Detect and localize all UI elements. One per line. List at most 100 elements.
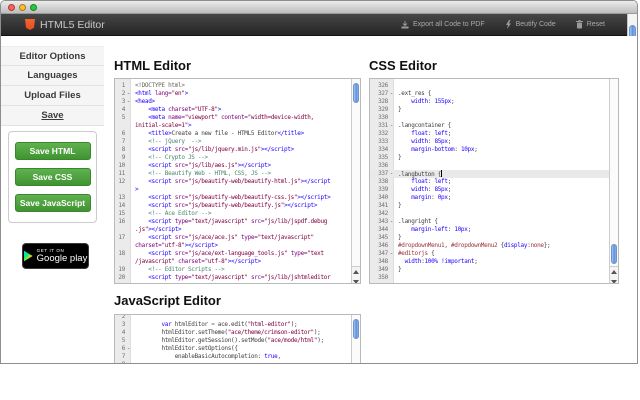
- javascript-editor-code[interactable]: 23 var htmlEditor = ace.edit("html-edito…: [115, 314, 351, 363]
- html-editor-scrollbar-thumb[interactable]: [353, 83, 359, 103]
- google-play-badge[interactable]: GET IT ON Google play: [22, 243, 89, 269]
- line-number: [115, 226, 131, 234]
- javascript-editor-heading: JavaScript Editor: [114, 293, 221, 308]
- fold-marker-icon[interactable]: -: [390, 218, 393, 226]
- close-window-button[interactable]: [8, 4, 15, 11]
- code-line: [131, 314, 351, 321]
- beautify-code-button[interactable]: Beutify Code: [505, 20, 556, 29]
- code-line: <meta name="viewport" content="width=dev…: [131, 114, 351, 122]
- css-editor-scroll-up-arrow[interactable]: [610, 267, 618, 277]
- code-row: 5 htmlEditor.getSession().setMode("ace/m…: [115, 337, 351, 345]
- line-number: 350: [370, 274, 394, 282]
- line-number: 349: [370, 266, 394, 274]
- line-number: 345: [370, 234, 394, 242]
- code-line: initial-scale=1">: [131, 122, 351, 130]
- line-number: 331-: [370, 122, 394, 130]
- minimize-window-button[interactable]: [19, 4, 26, 11]
- html-editor-scroll-down-arrow[interactable]: [352, 277, 360, 284]
- code-line: width: 85px;: [394, 186, 609, 194]
- css-editor-scrollbar[interactable]: [609, 79, 618, 283]
- code-row: 336: [370, 162, 609, 170]
- fold-marker-icon[interactable]: -: [390, 170, 393, 178]
- code-line: <script src="js/beautify-web/beautify.js…: [131, 202, 351, 210]
- code-row: .js"></script>: [115, 226, 351, 234]
- code-line: >: [131, 186, 351, 194]
- code-line: margin-bottom: 10px;: [394, 146, 609, 154]
- trash-icon: [576, 20, 583, 29]
- css-editor-scroll-down-arrow[interactable]: [610, 277, 618, 284]
- reset-button[interactable]: Reset: [576, 20, 605, 29]
- sidebar-item-editor-options[interactable]: Editor Options: [1, 46, 104, 66]
- sidebar-item-save[interactable]: Save: [1, 106, 104, 126]
- sidebar-item-languages[interactable]: Languages: [1, 66, 104, 86]
- javascript-editor-scrollbar[interactable]: [351, 315, 360, 363]
- code-line: <!-- Ace Editor -->: [131, 210, 351, 218]
- css-editor-pane[interactable]: 326327-.ext_res {328 width: 155px;329}33…: [369, 78, 619, 284]
- html-editor-scrollbar[interactable]: [351, 79, 360, 283]
- code-row: 339 width: 85px;: [370, 186, 609, 194]
- sidebar-item-upload-files[interactable]: Upload Files: [1, 86, 104, 106]
- save-javascript-button[interactable]: Save JavaScript: [15, 194, 91, 212]
- fold-marker-icon[interactable]: -: [390, 90, 393, 98]
- line-number: 1: [115, 82, 131, 90]
- code-line: <meta charset="UTF-8">: [131, 106, 351, 114]
- line-number: 8: [115, 361, 131, 363]
- fold-marker-icon[interactable]: -: [390, 250, 393, 258]
- save-css-button[interactable]: Save CSS: [15, 168, 91, 186]
- line-number: [115, 242, 131, 250]
- css-editor-heading: CSS Editor: [369, 58, 437, 73]
- html-editor-pane[interactable]: 1<!DOCTYPE html>2-<html lang="en">3-<hea…: [114, 78, 361, 284]
- content-area: Editor Options Languages Upload Files Sa…: [1, 36, 637, 363]
- zoom-window-button[interactable]: [30, 4, 37, 11]
- css-editor-scrollbar-thumb[interactable]: [611, 244, 617, 264]
- code-line: charset="utf-8"></script>: [131, 242, 351, 250]
- code-line: <script src="js/ace/ext-language_tools.j…: [131, 250, 351, 258]
- line-number: 339: [370, 186, 394, 194]
- line-number: 17: [115, 234, 131, 242]
- css-editor-code[interactable]: 326327-.ext_res {328 width: 155px;329}33…: [370, 79, 609, 283]
- code-row: 7 <!-- jQuery -->: [115, 138, 351, 146]
- fold-marker-icon[interactable]: -: [127, 98, 130, 106]
- code-row: 16 <script type="text/javascript" src="j…: [115, 218, 351, 226]
- code-line: }: [394, 202, 609, 210]
- css-editor-scroll-arrows: [610, 266, 618, 283]
- code-line: <script type="text/javascript" src="js/l…: [131, 218, 351, 226]
- google-play-triangle-icon: [24, 251, 33, 262]
- google-play-line2: Google play: [37, 254, 88, 264]
- line-number: 10: [115, 162, 131, 170]
- line-number: [115, 186, 131, 194]
- line-number: 20: [115, 274, 131, 282]
- javascript-editor-pane[interactable]: 23 var htmlEditor = ace.edit("html-edito…: [114, 314, 361, 363]
- code-row: 348 width:100% !important;: [370, 258, 609, 266]
- code-line: <script src="js/beautify-web/beautify-cs…: [131, 194, 351, 202]
- window-titlebar: [1, 1, 637, 14]
- code-row: 12 <script src="js/beautify-web/beautify…: [115, 178, 351, 186]
- code-line: <script src="js/beautify-web/beautify-ht…: [131, 178, 351, 186]
- code-row: 345}: [370, 234, 609, 242]
- code-line: <script src="js/lib/aes.js"></script>: [131, 162, 351, 170]
- fold-marker-icon[interactable]: -: [127, 90, 130, 98]
- code-line: [394, 274, 609, 282]
- code-line: margin: 0px;: [394, 194, 609, 202]
- html-editor-code[interactable]: 1<!DOCTYPE html>2-<html lang="en">3-<hea…: [115, 79, 351, 283]
- save-html-button[interactable]: Save HTML: [15, 142, 91, 160]
- line-number: 346: [370, 242, 394, 250]
- export-pdf-button[interactable]: Export all Code to PDF: [401, 21, 485, 29]
- fold-marker-icon[interactable]: -: [127, 345, 130, 353]
- code-row: 335}: [370, 154, 609, 162]
- line-number: 4: [115, 329, 131, 337]
- javascript-editor-scrollbar-thumb[interactable]: [353, 319, 359, 339]
- code-row: 17 <script src="js/ace/ace.js" type="tex…: [115, 234, 351, 242]
- code-line: .langbutton {: [394, 170, 609, 178]
- html-editor-scroll-up-arrow[interactable]: [352, 267, 360, 277]
- code-line: enableBasicAutocompletion: true,: [131, 353, 351, 361]
- line-number: 330: [370, 114, 394, 122]
- line-number: 14: [115, 202, 131, 210]
- code-line: float: left;: [394, 130, 609, 138]
- brand: HTML5 Editor: [25, 19, 105, 31]
- line-number: 4: [115, 106, 131, 114]
- code-row: 4 htmlEditor.setTheme("ace/theme/crimson…: [115, 329, 351, 337]
- code-line: <!-- Beautify Web - HTML, CSS, JS -->: [131, 170, 351, 178]
- fold-marker-icon[interactable]: -: [390, 122, 393, 130]
- code-line: <script type="text/javascript" src="js/l…: [131, 274, 351, 282]
